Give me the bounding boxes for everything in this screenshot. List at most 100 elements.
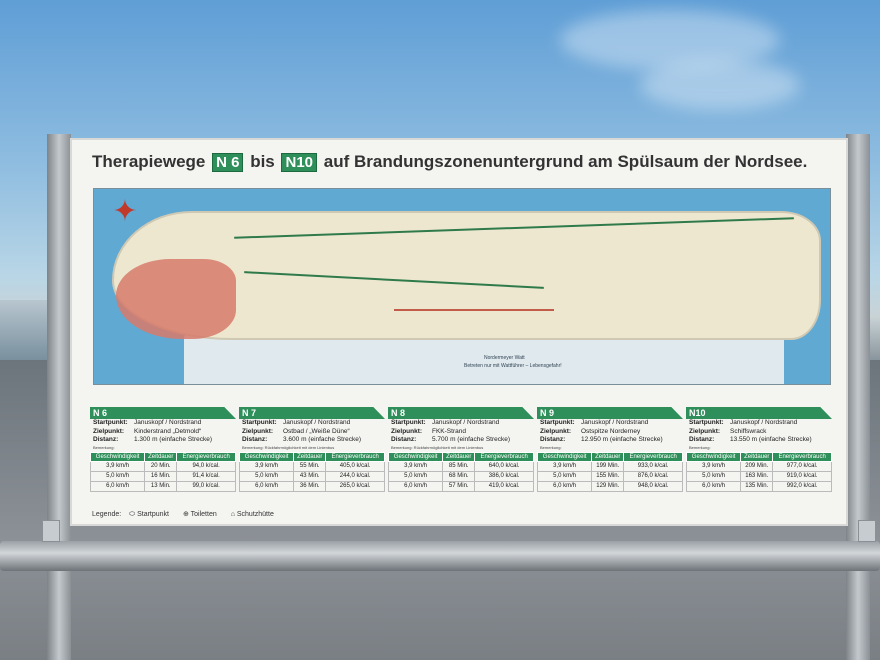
- table-row: 5,0 km/h 163 Min. 919,0 k/cal.: [685, 470, 832, 482]
- table-header: Zeitdauer: [293, 451, 327, 462]
- table-header: Geschwindigkeit: [89, 451, 146, 462]
- legend-item-start: ⬭ Startpunkt: [129, 511, 170, 518]
- table-cell: 6,0 km/h: [536, 480, 593, 492]
- table-cell: 6,0 km/h: [238, 480, 295, 492]
- table-cell: 163 Min.: [740, 470, 774, 482]
- table-header: Geschwindigkeit: [238, 451, 295, 462]
- table-cell: 5,0 km/h: [536, 470, 593, 482]
- table-cell: 5,0 km/h: [89, 470, 146, 482]
- table-cell: 36 Min.: [293, 480, 327, 492]
- table-header: Geschwindigkeit: [387, 451, 444, 462]
- compass-rose-icon: ✦: [112, 195, 138, 228]
- table-cell: 933,0 k/cal.: [623, 460, 683, 472]
- table-cell: 3,9 km/h: [685, 460, 742, 472]
- route-start: Startpunkt: Januskopf / Nordstrand: [93, 419, 202, 426]
- route-table: Geschwindigkeit Zeitdauer Energieverbrauch…: [685, 451, 832, 492]
- table-cell: 876,0 k/cal.: [623, 470, 683, 482]
- route-panel: N 8 Startpunkt: Januskopf / Nordstrand Ziel…: [387, 407, 534, 502]
- table-row: 3,9 km/h 85 Min. 640,0 k/cal.: [387, 460, 534, 472]
- table-header: Zeitdauer: [442, 451, 476, 462]
- route-distance: Distanz: 1.300 m (einfache Strecke): [93, 436, 213, 443]
- route-remark: Bemerkung:: [93, 444, 115, 450]
- table-cell: 386,0 k/cal.: [474, 470, 534, 482]
- title-text-end: auf Brandungszonenuntergrund am Spülsaum…: [323, 152, 808, 171]
- table-cell: 85 Min.: [442, 460, 476, 472]
- left-post: [47, 134, 71, 660]
- rail-clamp: [42, 520, 60, 542]
- route-panel: N 7 Startpunkt: Januskopf / Nordstrand Ziel…: [238, 407, 385, 502]
- map-label: Nordermeyer Watt: [484, 355, 525, 361]
- table-cell: 640,0 k/cal.: [474, 460, 534, 472]
- table-cell: 6,0 km/h: [685, 480, 742, 492]
- table-cell: 3,9 km/h: [387, 460, 444, 472]
- table-cell: 5,0 km/h: [387, 470, 444, 482]
- table-cell: 977,0 k/cal.: [772, 460, 832, 472]
- table-cell: 3,9 km/h: [238, 460, 295, 472]
- table-cell: 55 Min.: [293, 460, 327, 472]
- table-cell: 6,0 km/h: [387, 480, 444, 492]
- route-id: N 7: [239, 407, 385, 419]
- table-row: 5,0 km/h 68 Min. 386,0 k/cal.: [387, 470, 534, 482]
- route-id: N10: [686, 407, 832, 419]
- table-row: 5,0 km/h 16 Min. 91,4 k/cal.: [89, 470, 236, 482]
- title-text-start: Therapiewege: [92, 152, 206, 171]
- right-post: [846, 134, 870, 660]
- route-table: Geschwindigkeit Zeitdauer Energieverbrauch…: [536, 451, 683, 492]
- table-cell: 405,0 k/cal.: [325, 460, 385, 472]
- table-cell: 20 Min.: [144, 460, 178, 472]
- route-remark: Bemerkung:: [540, 444, 562, 450]
- table-header: Zeitdauer: [591, 451, 625, 462]
- table-cell: 43 Min.: [293, 470, 327, 482]
- route-distance: Distanz: 5.700 m (einfache Strecke): [391, 436, 511, 443]
- route-id: N 8: [388, 407, 534, 419]
- route-remark: Bemerkung: Rückfahrmöglichkeit mit dem L…: [242, 444, 335, 450]
- table-row: 3,9 km/h 199 Min. 933,0 k/cal.: [536, 460, 683, 472]
- table-row: 3,9 km/h 55 Min. 405,0 k/cal.: [238, 460, 385, 472]
- table-header: Zeitdauer: [144, 451, 178, 462]
- table-row: 3,9 km/h 209 Min. 977,0 k/cal.: [685, 460, 832, 472]
- table-row: 5,0 km/h 155 Min. 876,0 k/cal.: [536, 470, 683, 482]
- table-header: Energieverbrauch: [474, 451, 534, 462]
- table-cell: 91,4 k/cal.: [176, 470, 236, 482]
- information-sign: Therapiewege N 6 bis N10 auf Brandungszo…: [70, 138, 848, 526]
- town-area: [116, 259, 236, 339]
- table-cell: 5,0 km/h: [238, 470, 295, 482]
- table-cell: 948,0 k/cal.: [623, 480, 683, 492]
- table-row: 6,0 km/h 129 Min. 948,0 k/cal.: [536, 480, 683, 492]
- route-table: Geschwindigkeit Zeitdauer Energieverbrauch…: [387, 451, 534, 492]
- route-distance: Distanz: 12.950 m (einfache Strecke): [540, 436, 663, 443]
- legend-item-shelter: ⌂ Schutzhütte: [230, 511, 274, 518]
- table-cell: 16 Min.: [144, 470, 178, 482]
- legend-label: Legende:: [92, 511, 122, 518]
- table-header: Energieverbrauch: [176, 451, 236, 462]
- table-header: Energieverbrauch: [623, 451, 683, 462]
- route-id: N 9: [537, 407, 683, 419]
- route-goal: Zielpunkt: FKK-Strand: [391, 427, 466, 435]
- route-start: Startpunkt: Januskopf / Nordstrand: [540, 419, 649, 426]
- map-label: Betreten nur mit Wattführer – Lebensgefa…: [464, 363, 562, 369]
- route-goal: Zielpunkt: Schiffswrack: [689, 427, 767, 435]
- legend: Legende: ⬭ Startpunkt ⊕ Toiletten ⌂ Schu…: [92, 510, 286, 519]
- table-cell: 5,0 km/h: [685, 470, 742, 482]
- table-header: Energieverbrauch: [772, 451, 832, 462]
- table-row: 3,9 km/h 20 Min. 94,0 k/cal.: [89, 460, 236, 472]
- table-cell: 57 Min.: [442, 480, 476, 492]
- table-row: 6,0 km/h 135 Min. 992,0 k/cal.: [685, 480, 832, 492]
- table-cell: 129 Min.: [591, 480, 625, 492]
- route-distance: Distanz: 13.550 m (einfache Strecke): [689, 436, 812, 443]
- metal-railing: [0, 541, 880, 571]
- table-row: 5,0 km/h 43 Min. 244,0 k/cal.: [238, 470, 385, 482]
- table-cell: 68 Min.: [442, 470, 476, 482]
- route-panel: N 6 Startpunkt: Januskopf / Nordstrand Ziel…: [89, 407, 236, 502]
- table-cell: 94,0 k/cal.: [176, 460, 236, 472]
- table-cell: 244,0 k/cal.: [325, 470, 385, 482]
- route-panels: N 6 Startpunkt: Januskopf / Nordstrand Ziel…: [89, 407, 832, 502]
- route-table: Geschwindigkeit Zeitdauer Energieverbrauch…: [89, 451, 236, 492]
- trail-line: [394, 309, 554, 311]
- table-header: Energieverbrauch: [325, 451, 385, 462]
- table-cell: 199 Min.: [591, 460, 625, 472]
- table-row: 6,0 km/h 57 Min. 419,0 k/cal.: [387, 480, 534, 492]
- table-row: 6,0 km/h 13 Min. 99,0 k/cal.: [89, 480, 236, 492]
- table-header: Geschwindigkeit: [536, 451, 593, 462]
- route-panel: N10 Startpunkt: Januskopf / Nordstrand Ziel…: [685, 407, 832, 502]
